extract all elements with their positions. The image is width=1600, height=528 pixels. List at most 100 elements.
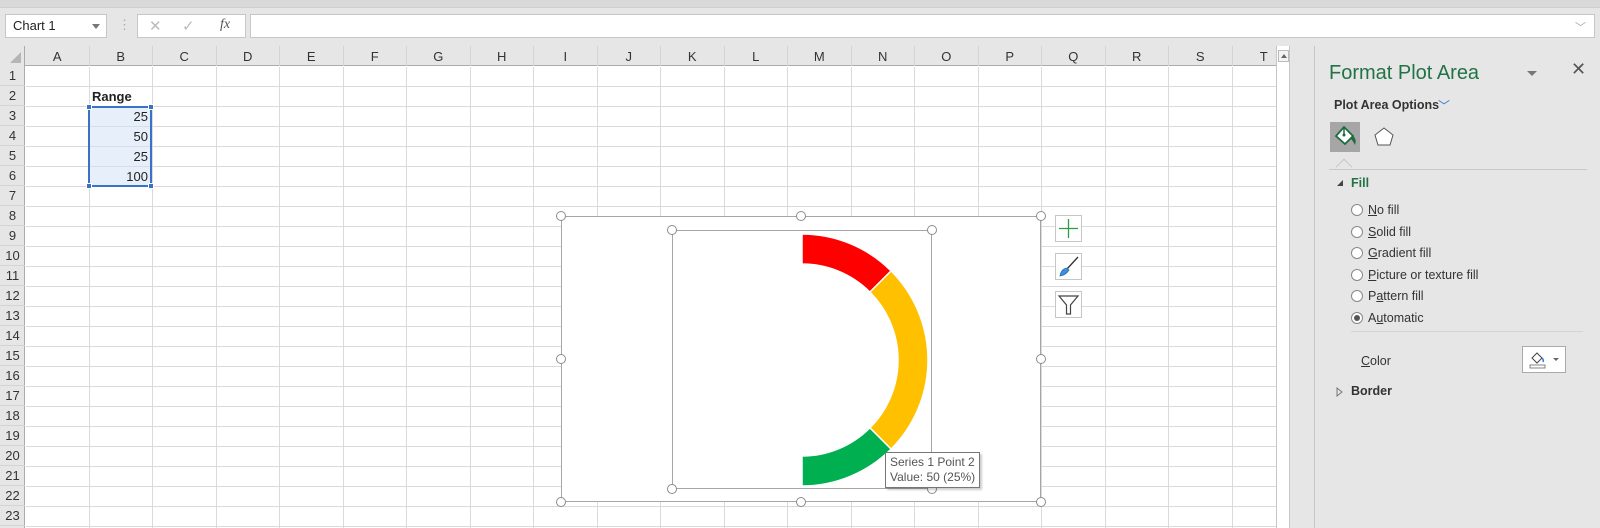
- doughnut-slice-3[interactable]: [801, 426, 893, 487]
- chart-filters-button[interactable]: [1055, 291, 1082, 318]
- column-header-Q[interactable]: Q: [1042, 46, 1106, 66]
- plot-resize-handle[interactable]: [927, 225, 937, 235]
- column-header-L[interactable]: L: [725, 46, 788, 66]
- column-header-R[interactable]: R: [1106, 46, 1169, 66]
- column-header-T[interactable]: T: [1233, 46, 1277, 66]
- fill-section-header[interactable]: Fill: [1351, 176, 1369, 190]
- radio-picture-or-texture-fill[interactable]: Picture or texture fill: [1351, 268, 1478, 282]
- column-header-J[interactable]: J: [598, 46, 661, 66]
- plot-area-options-menu[interactable]: Plot Area Options: [1334, 98, 1439, 112]
- row-header-21[interactable]: 21: [0, 466, 25, 486]
- chart-resize-handle[interactable]: [796, 497, 806, 507]
- insert-function-icon[interactable]: fx: [220, 17, 230, 33]
- chevron-down-icon[interactable]: [92, 24, 100, 29]
- row-header-10[interactable]: 10: [0, 246, 25, 266]
- column-header-A[interactable]: A: [26, 46, 90, 66]
- pane-options-dropdown-icon[interactable]: [1527, 71, 1537, 76]
- plot-resize-handle[interactable]: [667, 225, 677, 235]
- collapse-icon[interactable]: [1337, 180, 1343, 186]
- tab-effects[interactable]: [1373, 126, 1395, 148]
- cell-B2[interactable]: Range: [89, 87, 135, 106]
- row-header-18[interactable]: 18: [0, 406, 25, 426]
- column-header-O[interactable]: O: [915, 46, 979, 66]
- row-header-15[interactable]: 15: [0, 346, 25, 366]
- border-section-header[interactable]: Border: [1351, 384, 1392, 398]
- row-header-20[interactable]: 20: [0, 446, 25, 466]
- expand-formula-icon[interactable]: ﹀: [1575, 19, 1586, 35]
- row-header-16[interactable]: 16: [0, 366, 25, 386]
- row-header-17[interactable]: 17: [0, 386, 25, 406]
- select-all-button[interactable]: [0, 46, 25, 66]
- enter-icon[interactable]: ✓: [182, 17, 195, 35]
- radio-button[interactable]: [1351, 268, 1363, 281]
- chart-resize-handle[interactable]: [1036, 354, 1046, 364]
- vertical-scrollbar[interactable]: [1276, 46, 1290, 528]
- radio-automatic[interactable]: Automatic: [1351, 311, 1424, 325]
- row-header-8[interactable]: 8: [0, 206, 25, 226]
- column-header-F[interactable]: F: [344, 46, 407, 66]
- row-header-2[interactable]: 2: [0, 86, 25, 106]
- doughnut-slice-4[interactable]: [676, 234, 802, 486]
- column-header-D[interactable]: D: [217, 46, 280, 66]
- row-header-7[interactable]: 7: [0, 186, 25, 206]
- row-header-23[interactable]: 23: [0, 506, 25, 526]
- row-header-1[interactable]: 1: [0, 66, 25, 86]
- radio-no-fill[interactable]: No fill: [1351, 203, 1399, 217]
- cancel-icon[interactable]: ✕: [149, 17, 162, 35]
- radio-button[interactable]: [1351, 247, 1363, 259]
- radio-gradient-fill[interactable]: Gradient fill: [1351, 246, 1431, 260]
- chart-resize-handle[interactable]: [1036, 497, 1046, 507]
- radio-button[interactable]: [1351, 290, 1363, 302]
- column-header-S[interactable]: S: [1169, 46, 1233, 66]
- column-header-I[interactable]: I: [534, 46, 598, 66]
- chart-resize-handle[interactable]: [796, 211, 806, 221]
- column-header-P[interactable]: P: [979, 46, 1042, 66]
- expand-icon[interactable]: [1336, 387, 1344, 397]
- column-header-E[interactable]: E: [280, 46, 344, 66]
- tab-fill-line[interactable]: [1330, 122, 1360, 152]
- row-header-3[interactable]: 3: [0, 106, 25, 126]
- row-header-5[interactable]: 5: [0, 146, 25, 166]
- chart-resize-handle[interactable]: [1036, 211, 1046, 221]
- chevron-down-icon[interactable]: ﹀: [1438, 97, 1450, 114]
- radio-button[interactable]: [1351, 225, 1363, 238]
- doughnut-slice-2[interactable]: [868, 269, 929, 451]
- name-box[interactable]: Chart 1: [5, 14, 107, 38]
- row-header-22[interactable]: 22: [0, 486, 25, 506]
- radio-pattern-fill[interactable]: Pattern fill: [1351, 289, 1424, 303]
- column-header-C[interactable]: C: [153, 46, 217, 66]
- column-header-K[interactable]: K: [661, 46, 725, 66]
- plot-area[interactable]: [667, 225, 937, 494]
- chart-styles-button[interactable]: [1055, 253, 1082, 280]
- cell-B5[interactable]: 25: [89, 147, 151, 166]
- plot-resize-handle[interactable]: [667, 484, 677, 494]
- formula-input[interactable]: ﹀: [250, 14, 1595, 38]
- column-header-N[interactable]: N: [852, 46, 915, 66]
- row-header-4[interactable]: 4: [0, 126, 25, 146]
- chart-resize-handle[interactable]: [556, 354, 566, 364]
- radio-button[interactable]: [1351, 204, 1363, 216]
- radio-button[interactable]: [1351, 311, 1363, 324]
- column-header-G[interactable]: G: [407, 46, 471, 66]
- row-header-11[interactable]: 11: [0, 266, 25, 286]
- column-header-M[interactable]: M: [788, 46, 852, 66]
- drag-handle-icon[interactable]: ⋮: [118, 17, 131, 33]
- row-header-14[interactable]: 14: [0, 326, 25, 346]
- row-header-19[interactable]: 19: [0, 426, 25, 446]
- fill-color-picker[interactable]: [1522, 346, 1566, 373]
- row-header-13[interactable]: 13: [0, 306, 25, 326]
- row-header-12[interactable]: 12: [0, 286, 25, 306]
- cell-B4[interactable]: 50: [89, 127, 151, 146]
- chart-elements-button[interactable]: [1055, 215, 1082, 242]
- close-icon[interactable]: ✕: [1571, 59, 1586, 80]
- row-header-6[interactable]: 6: [0, 166, 25, 186]
- column-header-H[interactable]: H: [471, 46, 534, 66]
- radio-solid-fill[interactable]: Solid fill: [1351, 225, 1411, 239]
- row-header-9[interactable]: 9: [0, 226, 25, 246]
- cell-B3[interactable]: 25: [89, 107, 151, 126]
- column-header-B[interactable]: B: [90, 46, 153, 66]
- chart-resize-handle[interactable]: [556, 497, 566, 507]
- cell-B6[interactable]: 100: [89, 167, 151, 186]
- scroll-up-button[interactable]: [1278, 50, 1289, 62]
- chart-resize-handle[interactable]: [556, 211, 566, 221]
